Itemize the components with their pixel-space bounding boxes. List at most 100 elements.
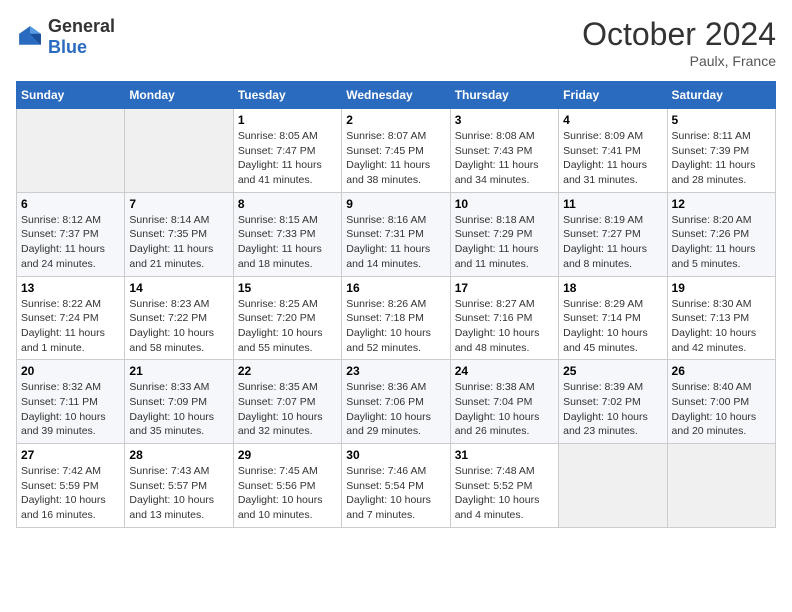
month-title: October 2024 (582, 16, 776, 53)
day-cell: 17 Sunrise: 8:27 AMSunset: 7:16 PMDayligh… (450, 276, 558, 360)
day-info: Sunrise: 8:11 AMSunset: 7:39 PMDaylight:… (672, 129, 771, 188)
week-row-1: 1 Sunrise: 8:05 AMSunset: 7:47 PMDaylight… (17, 109, 776, 193)
header-day-tuesday: Tuesday (233, 82, 341, 109)
day-number: 25 (563, 364, 662, 378)
day-cell: 19 Sunrise: 8:30 AMSunset: 7:13 PMDayligh… (667, 276, 775, 360)
day-info: Sunrise: 8:39 AMSunset: 7:02 PMDaylight:… (563, 380, 662, 439)
day-info: Sunrise: 7:45 AMSunset: 5:56 PMDaylight:… (238, 464, 337, 523)
day-info: Sunrise: 8:27 AMSunset: 7:16 PMDaylight:… (455, 297, 554, 356)
page-header: General Blue October 2024 Paulx, France (16, 16, 776, 69)
day-number: 23 (346, 364, 445, 378)
day-number: 29 (238, 448, 337, 462)
day-cell: 22 Sunrise: 8:35 AMSunset: 7:07 PMDayligh… (233, 360, 341, 444)
day-cell: 5 Sunrise: 8:11 AMSunset: 7:39 PMDaylight… (667, 109, 775, 193)
day-cell: 31 Sunrise: 7:48 AMSunset: 5:52 PMDayligh… (450, 444, 558, 528)
day-info: Sunrise: 7:48 AMSunset: 5:52 PMDaylight:… (455, 464, 554, 523)
day-cell: 6Sunrise: 8:12 AMSunset: 7:37 PMDaylight… (17, 192, 125, 276)
day-number: 10 (455, 197, 554, 211)
day-number: 26 (672, 364, 771, 378)
day-number: 2 (346, 113, 445, 127)
day-info: Sunrise: 8:38 AMSunset: 7:04 PMDaylight:… (455, 380, 554, 439)
day-number: 17 (455, 281, 554, 295)
day-info: Sunrise: 8:15 AMSunset: 7:33 PMDaylight:… (238, 213, 337, 272)
header-day-saturday: Saturday (667, 82, 775, 109)
day-cell: 15 Sunrise: 8:25 AMSunset: 7:20 PMDayligh… (233, 276, 341, 360)
header-day-wednesday: Wednesday (342, 82, 450, 109)
title-block: October 2024 Paulx, France (582, 16, 776, 69)
header-day-friday: Friday (559, 82, 667, 109)
day-info: Sunrise: 7:42 AMSunset: 5:59 PMDaylight:… (21, 464, 120, 523)
day-number: 27 (21, 448, 120, 462)
day-cell: 29 Sunrise: 7:45 AMSunset: 5:56 PMDayligh… (233, 444, 341, 528)
day-info: Sunrise: 8:40 AMSunset: 7:00 PMDaylight:… (672, 380, 771, 439)
day-cell: 10 Sunrise: 8:18 AMSunset: 7:29 PMDayligh… (450, 192, 558, 276)
week-row-2: 6Sunrise: 8:12 AMSunset: 7:37 PMDaylight… (17, 192, 776, 276)
day-cell: 21 Sunrise: 8:33 AMSunset: 7:09 PMDayligh… (125, 360, 233, 444)
day-number: 18 (563, 281, 662, 295)
logo-icon (16, 23, 44, 51)
day-info: Sunrise: 8:26 AMSunset: 7:18 PMDaylight:… (346, 297, 445, 356)
day-number: 7 (129, 197, 228, 211)
day-number: 28 (129, 448, 228, 462)
day-number: 20 (21, 364, 120, 378)
day-info: Sunrise: 8:25 AMSunset: 7:20 PMDaylight:… (238, 297, 337, 356)
day-number: 3 (455, 113, 554, 127)
day-cell: 14Sunrise: 8:23 AMSunset: 7:22 PMDayligh… (125, 276, 233, 360)
day-info: Sunrise: 8:16 AMSunset: 7:31 PMDaylight:… (346, 213, 445, 272)
day-info: Sunrise: 8:18 AMSunset: 7:29 PMDaylight:… (455, 213, 554, 272)
day-number: 15 (238, 281, 337, 295)
week-row-3: 13 Sunrise: 8:22 AMSunset: 7:24 PMDayligh… (17, 276, 776, 360)
day-info: Sunrise: 7:46 AMSunset: 5:54 PMDaylight:… (346, 464, 445, 523)
header-day-monday: Monday (125, 82, 233, 109)
day-cell: 1 Sunrise: 8:05 AMSunset: 7:47 PMDaylight… (233, 109, 341, 193)
day-info: Sunrise: 8:20 AMSunset: 7:26 PMDaylight:… (672, 213, 771, 272)
day-cell: 16Sunrise: 8:26 AMSunset: 7:18 PMDayligh… (342, 276, 450, 360)
day-number: 22 (238, 364, 337, 378)
day-cell: 24 Sunrise: 8:38 AMSunset: 7:04 PMDayligh… (450, 360, 558, 444)
day-info: Sunrise: 8:33 AMSunset: 7:09 PMDaylight:… (129, 380, 228, 439)
day-number: 24 (455, 364, 554, 378)
day-number: 1 (238, 113, 337, 127)
day-number: 9 (346, 197, 445, 211)
day-info: Sunrise: 8:22 AMSunset: 7:24 PMDaylight:… (21, 297, 120, 356)
day-info: Sunrise: 8:05 AMSunset: 7:47 PMDaylight:… (238, 129, 337, 188)
day-info: Sunrise: 8:12 AMSunset: 7:37 PMDaylight:… (21, 213, 120, 272)
day-cell: 9 Sunrise: 8:16 AMSunset: 7:31 PMDaylight… (342, 192, 450, 276)
day-number: 5 (672, 113, 771, 127)
day-number: 8 (238, 197, 337, 211)
day-cell: 13 Sunrise: 8:22 AMSunset: 7:24 PMDayligh… (17, 276, 125, 360)
header-row: SundayMondayTuesdayWednesdayThursdayFrid… (17, 82, 776, 109)
day-cell: 26 Sunrise: 8:40 AMSunset: 7:00 PMDayligh… (667, 360, 775, 444)
day-number: 30 (346, 448, 445, 462)
day-cell: 27 Sunrise: 7:42 AMSunset: 5:59 PMDayligh… (17, 444, 125, 528)
day-cell: 4Sunrise: 8:09 AMSunset: 7:41 PMDaylight… (559, 109, 667, 193)
day-info: Sunrise: 8:07 AMSunset: 7:45 PMDaylight:… (346, 129, 445, 188)
day-cell: 20 Sunrise: 8:32 AMSunset: 7:11 PMDayligh… (17, 360, 125, 444)
day-number: 21 (129, 364, 228, 378)
day-number: 12 (672, 197, 771, 211)
day-cell: 25 Sunrise: 8:39 AMSunset: 7:02 PMDayligh… (559, 360, 667, 444)
day-cell (667, 444, 775, 528)
day-info: Sunrise: 8:30 AMSunset: 7:13 PMDaylight:… (672, 297, 771, 356)
day-info: Sunrise: 8:36 AMSunset: 7:06 PMDaylight:… (346, 380, 445, 439)
day-cell (17, 109, 125, 193)
day-info: Sunrise: 8:19 AMSunset: 7:27 PMDaylight:… (563, 213, 662, 272)
day-number: 31 (455, 448, 554, 462)
day-number: 19 (672, 281, 771, 295)
day-info: Sunrise: 8:32 AMSunset: 7:11 PMDaylight:… (21, 380, 120, 439)
header-day-sunday: Sunday (17, 82, 125, 109)
day-info: Sunrise: 8:09 AMSunset: 7:41 PMDaylight:… (563, 129, 662, 188)
day-info: Sunrise: 8:29 AMSunset: 7:14 PMDaylight:… (563, 297, 662, 356)
day-number: 11 (563, 197, 662, 211)
calendar-table: SundayMondayTuesdayWednesdayThursdayFrid… (16, 81, 776, 528)
day-info: Sunrise: 8:35 AMSunset: 7:07 PMDaylight:… (238, 380, 337, 439)
day-cell: 8 Sunrise: 8:15 AMSunset: 7:33 PMDaylight… (233, 192, 341, 276)
day-info: Sunrise: 8:08 AMSunset: 7:43 PMDaylight:… (455, 129, 554, 188)
logo: General Blue (16, 16, 115, 58)
day-cell: 7Sunrise: 8:14 AMSunset: 7:35 PMDaylight… (125, 192, 233, 276)
week-row-5: 27 Sunrise: 7:42 AMSunset: 5:59 PMDayligh… (17, 444, 776, 528)
day-number: 14 (129, 281, 228, 295)
header-day-thursday: Thursday (450, 82, 558, 109)
day-number: 13 (21, 281, 120, 295)
day-info: Sunrise: 7:43 AMSunset: 5:57 PMDaylight:… (129, 464, 228, 523)
